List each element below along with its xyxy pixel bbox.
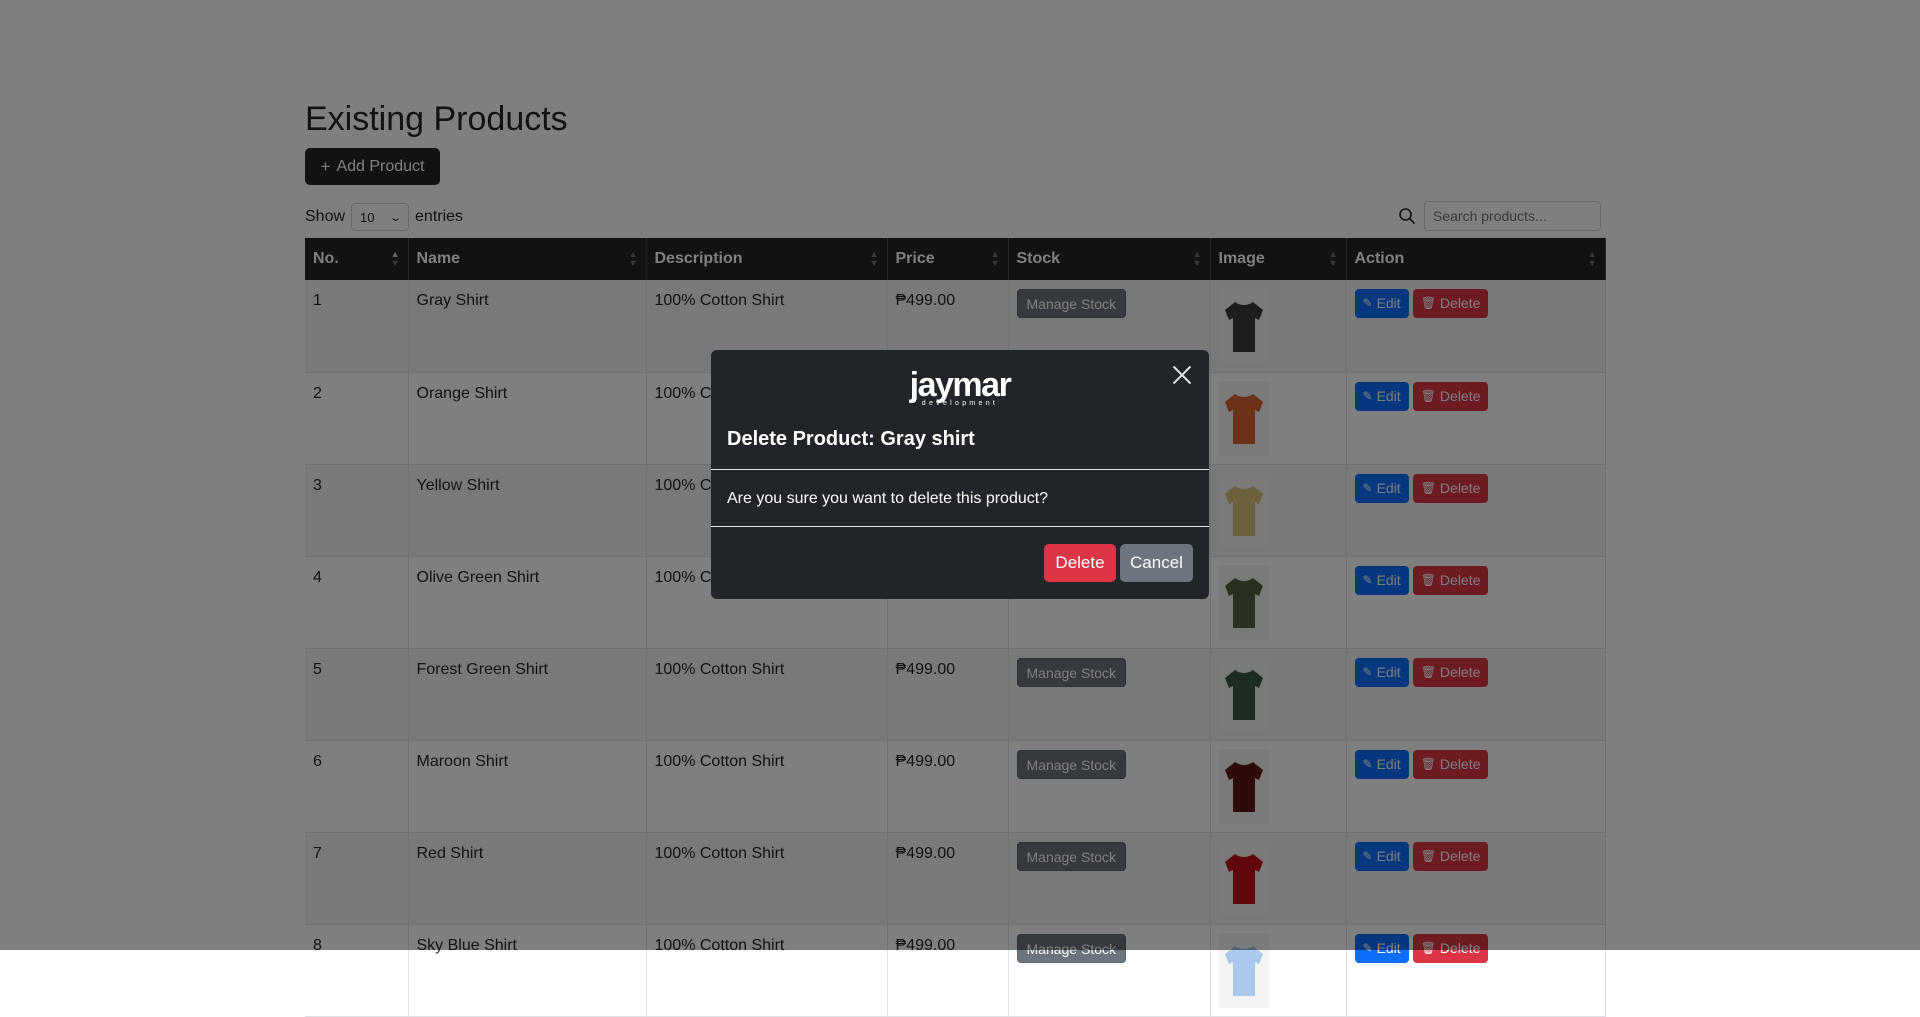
modal-title: Delete Product: Gray shirt — [727, 428, 975, 450]
divider — [711, 469, 1209, 470]
cancel-button[interactable]: Cancel — [1120, 544, 1193, 582]
close-icon[interactable] — [1171, 363, 1193, 385]
jaymar-logo: jaymar development — [909, 366, 1012, 407]
confirm-delete-button[interactable]: Delete — [1044, 544, 1116, 582]
divider — [711, 526, 1209, 527]
shirt-icon — [1224, 946, 1263, 996]
delete-product-modal: jaymar development Delete Product: Gray … — [711, 350, 1209, 599]
modal-message: Are you sure you want to delete this pro… — [727, 490, 1049, 507]
